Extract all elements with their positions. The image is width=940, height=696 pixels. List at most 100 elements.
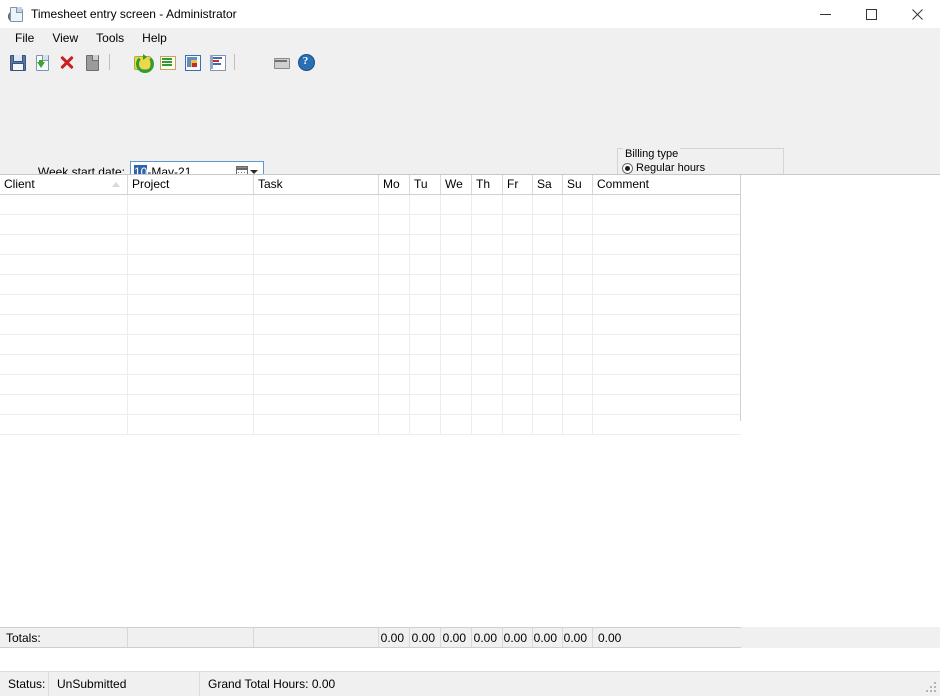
properties-button[interactable] [179, 50, 204, 73]
copy-button[interactable] [79, 50, 104, 73]
grid-cell[interactable] [0, 275, 128, 294]
grid-cell[interactable] [533, 215, 563, 234]
grid-row[interactable] [0, 415, 741, 435]
menu-help[interactable]: Help [133, 29, 176, 48]
grid-cell[interactable] [128, 415, 254, 434]
grid-cell[interactable] [472, 335, 503, 354]
grid-cell[interactable] [379, 375, 410, 394]
grid-cell[interactable] [441, 275, 472, 294]
grid-cell[interactable] [533, 375, 563, 394]
column-header-client[interactable]: Client [0, 175, 128, 194]
grid-cell[interactable] [472, 375, 503, 394]
grid-cell[interactable] [472, 315, 503, 334]
grid-cell[interactable] [0, 195, 128, 214]
grid-cell[interactable] [503, 255, 533, 274]
report-button[interactable] [204, 50, 229, 73]
grid-row[interactable] [0, 235, 741, 255]
grid-cell[interactable] [593, 195, 741, 214]
grid-cell[interactable] [472, 195, 503, 214]
grid-cell[interactable] [128, 355, 254, 374]
grid-cell[interactable] [254, 375, 379, 394]
grid-cell[interactable] [379, 335, 410, 354]
grid-cell[interactable] [128, 195, 254, 214]
grid-cell[interactable] [533, 275, 563, 294]
grid-cell[interactable] [128, 295, 254, 314]
grid-cell[interactable] [503, 215, 533, 234]
grid-cell[interactable] [441, 295, 472, 314]
grid-cell[interactable] [254, 295, 379, 314]
grid-cell[interactable] [379, 315, 410, 334]
grid-cell[interactable] [128, 275, 254, 294]
grid-cell[interactable] [503, 395, 533, 414]
grid-cell[interactable] [410, 255, 441, 274]
grid-cell[interactable] [410, 235, 441, 254]
column-header-we[interactable]: We [441, 175, 472, 194]
help-button[interactable]: ? [293, 50, 318, 73]
grid-cell[interactable] [128, 235, 254, 254]
grid-cell[interactable] [254, 235, 379, 254]
grid-cell[interactable] [254, 255, 379, 274]
grid-cell[interactable] [533, 335, 563, 354]
grid-cell[interactable] [254, 215, 379, 234]
grid-cell[interactable] [128, 395, 254, 414]
grid-cell[interactable] [379, 415, 410, 434]
grid-row[interactable] [0, 295, 741, 315]
grid-cell[interactable] [441, 355, 472, 374]
new-entry-button[interactable] [29, 50, 54, 73]
grid-cell[interactable] [563, 195, 593, 214]
grid-cell[interactable] [0, 355, 128, 374]
grid-cell[interactable] [441, 315, 472, 334]
grid-cell[interactable] [0, 415, 128, 434]
grid-cell[interactable] [441, 235, 472, 254]
grid-cell[interactable] [379, 255, 410, 274]
grid-cell[interactable] [254, 195, 379, 214]
recalculate-button[interactable] [129, 50, 154, 73]
grid-cell[interactable] [472, 215, 503, 234]
grid-cell[interactable] [441, 215, 472, 234]
grid-cell[interactable] [593, 255, 741, 274]
column-header-task[interactable]: Task [254, 175, 379, 194]
grid-cell[interactable] [593, 395, 741, 414]
grid-row[interactable] [0, 375, 741, 395]
grid-cell[interactable] [593, 215, 741, 234]
grid-cell[interactable] [563, 275, 593, 294]
grid-cell[interactable] [533, 235, 563, 254]
grid-cell[interactable] [593, 275, 741, 294]
delete-button[interactable] [54, 50, 79, 73]
menu-view[interactable]: View [43, 29, 87, 48]
grid-cell[interactable] [0, 375, 128, 394]
column-header-fr[interactable]: Fr [503, 175, 533, 194]
grid-cell[interactable] [472, 415, 503, 434]
grid-cell[interactable] [128, 255, 254, 274]
grid-row[interactable] [0, 195, 741, 215]
grid-cell[interactable] [0, 215, 128, 234]
grid-cell[interactable] [563, 215, 593, 234]
radio-regular-hours[interactable]: Regular hours [622, 162, 745, 174]
grid-cell[interactable] [410, 315, 441, 334]
grid-cell[interactable] [503, 375, 533, 394]
grid-cell[interactable] [503, 235, 533, 254]
grid-cell[interactable] [441, 395, 472, 414]
column-header-sa[interactable]: Sa [533, 175, 563, 194]
grid-cell[interactable] [533, 415, 563, 434]
grid-row[interactable] [0, 395, 741, 415]
grid-row[interactable] [0, 255, 741, 275]
grid-cell[interactable] [533, 255, 563, 274]
grid-cell[interactable] [533, 355, 563, 374]
grid-cell[interactable] [0, 395, 128, 414]
grid-body[interactable] [0, 195, 741, 435]
grid-cell[interactable] [503, 295, 533, 314]
grid-cell[interactable] [441, 255, 472, 274]
grid-cell[interactable] [410, 215, 441, 234]
grid-cell[interactable] [379, 235, 410, 254]
grid-cell[interactable] [379, 195, 410, 214]
grid-row[interactable] [0, 355, 741, 375]
grid-cell[interactable] [410, 355, 441, 374]
grid-cell[interactable] [410, 275, 441, 294]
close-button[interactable] [894, 0, 940, 28]
grid-cell[interactable] [254, 335, 379, 354]
grid-cell[interactable] [128, 335, 254, 354]
maximize-button[interactable] [848, 0, 894, 28]
grid-cell[interactable] [533, 295, 563, 314]
grid-cell[interactable] [472, 395, 503, 414]
